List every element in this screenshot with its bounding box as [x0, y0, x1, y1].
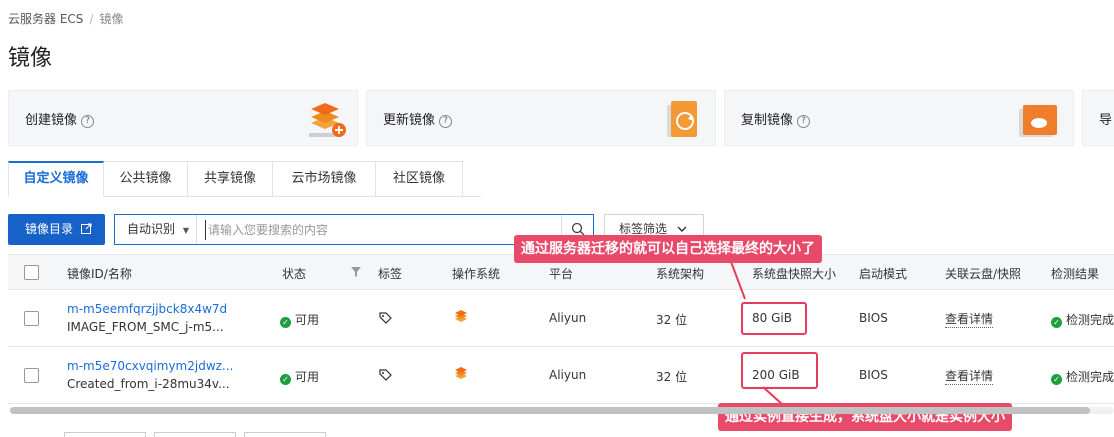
tab-community-image[interactable]: 社区镜像 [376, 161, 463, 197]
tag-icon[interactable] [379, 312, 392, 325]
image-tabs: 自定义镜像 公共镜像 共享镜像 云市场镜像 社区镜像 [8, 161, 481, 197]
annotation-arrow [729, 258, 746, 300]
external-link-icon [80, 223, 92, 234]
boot-mode: BIOS [859, 311, 888, 325]
architecture: 32 位 [656, 313, 688, 327]
import-image-label: 导 [1099, 113, 1113, 128]
column-header[interactable]: 启动模式 [859, 265, 907, 282]
shield-check-icon: ✓ [1051, 317, 1062, 328]
tab-marketplace-image[interactable]: 云市场镜像 [273, 161, 376, 197]
create-image-card[interactable]: 创建镜像? [8, 90, 358, 146]
update-image-icon [667, 101, 697, 137]
tab-custom-image[interactable]: 自定义镜像 [8, 161, 104, 197]
tag-filter-label: 标签筛选 [619, 222, 668, 236]
create-image-label: 创建镜像 [25, 113, 78, 128]
table-row: m-m5eemfqrzjjbck8x4w7d IMAGE_FROM_SMC_j-… [8, 290, 1114, 347]
architecture: 32 位 [656, 370, 688, 384]
boot-mode: BIOS [859, 368, 888, 382]
search-type-select[interactable]: 自动识别 ▼ [115, 215, 197, 244]
image-name: IMAGE_FROM_SMC_j-m5... [67, 320, 224, 334]
size-highlight-box [741, 352, 818, 389]
status-badge: ✓ 可用 [280, 368, 319, 385]
status-text: 可用 [295, 370, 320, 384]
search-icon [571, 222, 585, 236]
status-badge: ✓ 可用 [280, 311, 319, 328]
breadcrumb-root[interactable]: 云服务器 ECS [8, 12, 83, 26]
check-result: ✓ 检测完成 [1051, 311, 1114, 328]
caret-down-icon: ▼ [182, 226, 189, 235]
column-header[interactable]: 检测结果 [1051, 265, 1099, 282]
breadcrumb-current: 镜像 [99, 12, 124, 26]
column-header[interactable]: 状态 [282, 265, 306, 282]
breadcrumb-separator: / [89, 12, 94, 26]
copy-image-card[interactable]: 复制镜像? [724, 90, 1074, 146]
check-result-text: 检测完成 [1066, 370, 1114, 384]
annotation-callout: 通过服务器迁移的就可以自己选择最终的大小了 [514, 235, 822, 263]
horizontal-scrollbar-thumb[interactable] [10, 407, 1090, 414]
create-image-icon [309, 103, 346, 137]
check-result: ✓ 检测完成 [1051, 368, 1114, 385]
search-type-label: 自动识别 [127, 222, 176, 236]
copy-image-icon [1019, 105, 1057, 137]
row-checkbox[interactable] [24, 368, 39, 383]
tag-icon[interactable] [379, 369, 392, 382]
column-header[interactable]: 系统盘快照大小 [752, 265, 836, 282]
page-title: 镜像 [8, 46, 53, 71]
column-header[interactable]: 操作系统 [452, 265, 500, 282]
os-layers-icon [455, 310, 467, 322]
column-header[interactable]: 平台 [549, 265, 573, 282]
tab-public-image[interactable]: 公共镜像 [104, 161, 188, 197]
bottom-action-button[interactable] [64, 432, 146, 437]
size-highlight-box [741, 302, 807, 335]
chevron-down-icon [677, 226, 687, 232]
os-layers-icon [455, 367, 467, 379]
table-row: m-m5e70cxvqimym2jdwz... Created_from_i-2… [8, 347, 1114, 404]
column-header[interactable]: 镜像ID/名称 [67, 265, 132, 282]
row-checkbox[interactable] [24, 311, 39, 326]
import-image-card[interactable]: 导 [1082, 90, 1114, 146]
image-id-link[interactable]: m-m5e70cxvqimym2jdwz... [67, 359, 233, 373]
search-input[interactable] [205, 220, 555, 240]
copy-image-label: 复制镜像 [741, 113, 794, 128]
column-header[interactable]: 标签 [378, 265, 402, 282]
shield-check-icon: ✓ [1051, 374, 1062, 385]
update-image-card[interactable]: 更新镜像? [366, 90, 716, 146]
update-image-label: 更新镜像 [383, 113, 436, 128]
platform: Aliyun [549, 311, 587, 325]
help-icon[interactable]: ? [797, 115, 811, 128]
column-header[interactable]: 关联云盘/快照 [945, 265, 1021, 282]
image-id-link[interactable]: m-m5eemfqrzjjbck8x4w7d [67, 302, 227, 316]
bottom-action-button[interactable] [244, 432, 326, 437]
check-result-text: 检测完成 [1066, 313, 1114, 327]
view-details-link[interactable]: 查看详情 [945, 310, 994, 328]
check-circle-icon: ✓ [280, 374, 291, 385]
image-catalog-button[interactable]: 镜像目录 [8, 214, 105, 245]
view-details-link[interactable]: 查看详情 [945, 367, 994, 385]
help-icon[interactable]: ? [439, 115, 453, 128]
image-catalog-label: 镜像目录 [25, 222, 74, 236]
status-text: 可用 [295, 313, 320, 327]
select-all-checkbox[interactable] [24, 265, 39, 280]
filter-icon[interactable] [351, 267, 361, 277]
tab-shared-image[interactable]: 共享镜像 [188, 161, 273, 197]
platform: Aliyun [549, 368, 587, 382]
bottom-action-button[interactable] [154, 432, 236, 437]
help-icon[interactable]: ? [81, 115, 95, 128]
column-header[interactable]: 系统架构 [656, 265, 704, 282]
image-name: Created_from_i-28mu34v... [67, 377, 230, 391]
breadcrumb: 云服务器 ECS / 镜像 [8, 10, 123, 27]
check-circle-icon: ✓ [280, 317, 291, 328]
